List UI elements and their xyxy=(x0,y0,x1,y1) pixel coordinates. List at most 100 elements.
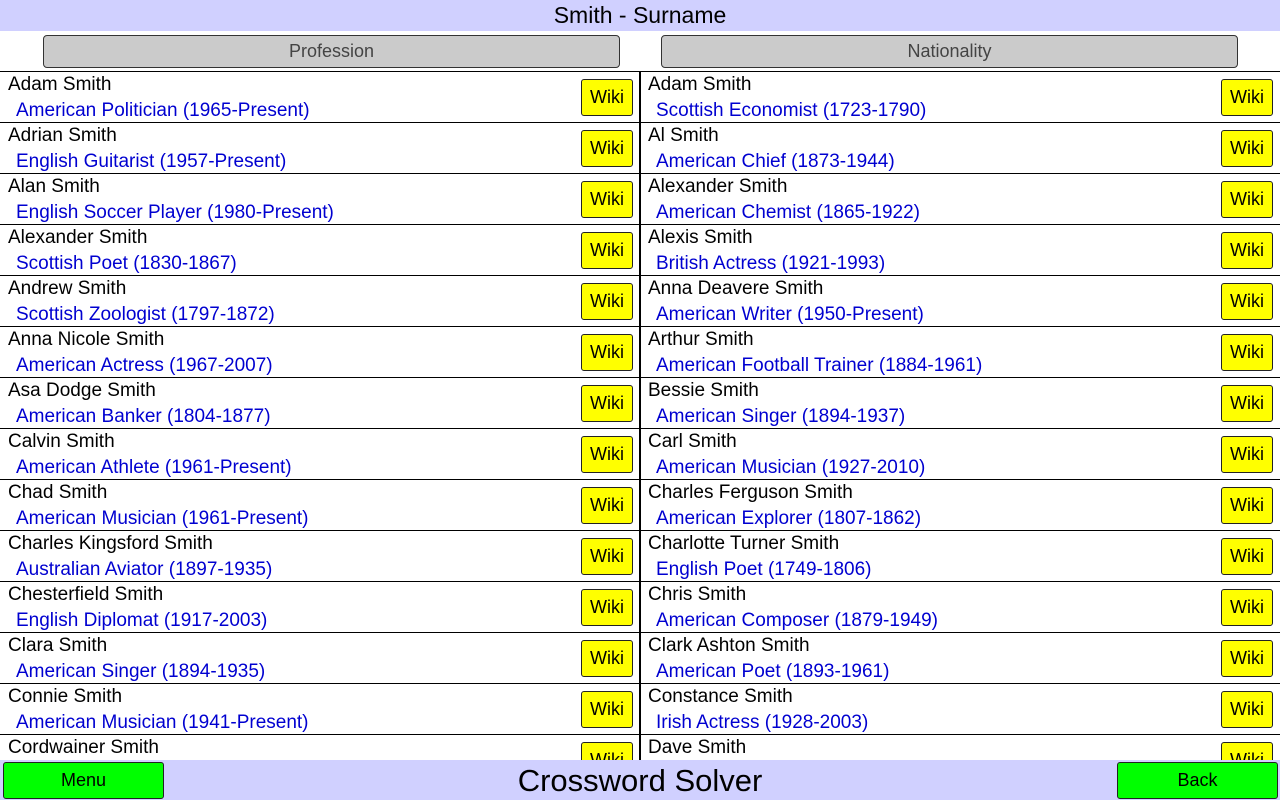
person-description: American Actress (1967-2007) xyxy=(16,355,273,376)
nationality-header: Nationality xyxy=(640,31,1280,72)
wiki-button[interactable]: Wiki xyxy=(1221,640,1273,677)
person-description: American Musician (1927-2010) xyxy=(656,457,926,478)
person-description: English Poet (1749-1806) xyxy=(656,559,872,580)
profession-list[interactable]: Adam Smith American Politician (1965-Pres… xyxy=(0,72,640,760)
list-item[interactable]: Asa Dodge Smith American Banker (1804-187… xyxy=(0,378,640,429)
person-name: Charles Ferguson Smith xyxy=(648,482,853,503)
wiki-button[interactable]: Wiki xyxy=(1221,130,1273,167)
wiki-button[interactable]: Wiki xyxy=(581,742,633,760)
list-item[interactable]: Chesterfield Smith English Diplomat (1917… xyxy=(0,582,640,633)
wiki-button[interactable]: Wiki xyxy=(1221,436,1273,473)
list-item[interactable]: Connie Smith American Musician (1941-Pres… xyxy=(0,684,640,735)
person-name: Clark Ashton Smith xyxy=(648,635,810,656)
wiki-button[interactable]: Wiki xyxy=(581,130,633,167)
person-name: Connie Smith xyxy=(8,686,123,707)
list-item[interactable]: Dave Smith Wiki xyxy=(641,735,1280,760)
person-description: American Chemist (1865-1922) xyxy=(656,202,921,223)
bottom-bar: Menu Crossword Solver Back xyxy=(0,760,1280,800)
person-name: Adrian Smith xyxy=(8,125,117,146)
person-description: English Diplomat (1917-2003) xyxy=(16,610,268,631)
list-item[interactable]: Anna Deavere Smith American Writer (1950-… xyxy=(641,276,1280,327)
wiki-button[interactable]: Wiki xyxy=(581,79,633,116)
list-item[interactable]: Andrew Smith Scottish Zoologist (1797-187… xyxy=(0,276,640,327)
person-description: Scottish Poet (1830-1867) xyxy=(16,253,237,274)
app-title: Crossword Solver xyxy=(517,763,763,798)
person-description: English Guitarist (1957-Present) xyxy=(16,151,287,172)
list-item[interactable]: Adrian Smith English Guitarist (1957-Pres… xyxy=(0,123,640,174)
person-description: British Actress (1921-1993) xyxy=(656,253,886,274)
wiki-button[interactable]: Wiki xyxy=(1221,283,1273,320)
wiki-button[interactable]: Wiki xyxy=(1221,487,1273,524)
person-description: American Football Trainer (1884-1961) xyxy=(656,355,983,376)
person-description: Scottish Economist (1723-1790) xyxy=(656,100,927,121)
person-name: Carl Smith xyxy=(648,431,737,452)
person-description: Scottish Zoologist (1797-1872) xyxy=(16,304,275,325)
wiki-button[interactable]: Wiki xyxy=(581,181,633,218)
wiki-button[interactable]: Wiki xyxy=(1221,181,1273,218)
person-name: Constance Smith xyxy=(648,686,793,707)
wiki-button[interactable]: Wiki xyxy=(1221,79,1273,116)
wiki-button[interactable]: Wiki xyxy=(1221,232,1273,269)
person-name: Chesterfield Smith xyxy=(8,584,164,605)
person-description: American Musician (1961-Present) xyxy=(16,508,309,529)
person-name: Calvin Smith xyxy=(8,431,115,452)
list-item[interactable]: Cordwainer Smith Wiki xyxy=(0,735,640,760)
wiki-button[interactable]: Wiki xyxy=(581,538,633,575)
list-item[interactable]: Constance Smith Irish Actress (1928-2003)… xyxy=(641,684,1280,735)
list-item[interactable]: Charles Kingsford Smith Australian Aviato… xyxy=(0,531,640,582)
wiki-button[interactable]: Wiki xyxy=(581,691,633,728)
list-item[interactable]: Clark Ashton Smith American Poet (1893-19… xyxy=(641,633,1280,684)
person-name: Arthur Smith xyxy=(648,329,754,350)
wiki-button[interactable]: Wiki xyxy=(581,283,633,320)
person-name: Alexander Smith xyxy=(648,176,788,197)
person-description: American Poet (1893-1961) xyxy=(656,661,890,682)
list-item[interactable]: Arthur Smith American Football Trainer (1… xyxy=(641,327,1280,378)
list-item[interactable]: Carl Smith American Musician (1927-2010) W… xyxy=(641,429,1280,480)
wiki-button[interactable]: Wiki xyxy=(1221,589,1273,626)
list-item[interactable]: Clara Smith American Singer (1894-1935) Wi… xyxy=(0,633,640,684)
list-item[interactable]: Charles Ferguson Smith American Explorer … xyxy=(641,480,1280,531)
wiki-button[interactable]: Wiki xyxy=(581,436,633,473)
person-description: American Banker (1804-1877) xyxy=(16,406,271,427)
profession-sort-button[interactable]: Profession xyxy=(43,35,620,68)
wiki-button[interactable]: Wiki xyxy=(1221,385,1273,422)
list-item[interactable]: Chris Smith American Composer (1879-1949)… xyxy=(641,582,1280,633)
wiki-button[interactable]: Wiki xyxy=(581,589,633,626)
person-name: Anna Nicole Smith xyxy=(8,329,165,350)
page-title: Smith - Surname xyxy=(0,0,1280,31)
person-name: Charles Kingsford Smith xyxy=(8,533,213,554)
person-description: American Writer (1950-Present) xyxy=(656,304,924,325)
person-description: American Singer (1894-1935) xyxy=(16,661,266,682)
wiki-button[interactable]: Wiki xyxy=(1221,538,1273,575)
person-name: Anna Deavere Smith xyxy=(648,278,824,299)
person-description: American Singer (1894-1937) xyxy=(656,406,906,427)
wiki-button[interactable]: Wiki xyxy=(581,640,633,677)
wiki-button[interactable]: Wiki xyxy=(1221,334,1273,371)
back-button[interactable]: Back xyxy=(1117,762,1278,799)
list-item[interactable]: Bessie Smith American Singer (1894-1937) W… xyxy=(641,378,1280,429)
profession-header: Profession xyxy=(0,31,640,72)
list-item[interactable]: Alexander Smith Scottish Poet (1830-1867)… xyxy=(0,225,640,276)
nationality-list[interactable]: Adam Smith Scottish Economist (1723-1790)… xyxy=(641,72,1280,760)
person-name: Adam Smith xyxy=(8,74,112,95)
person-name: Chris Smith xyxy=(648,584,747,605)
list-item[interactable]: Alexis Smith British Actress (1921-1993) W… xyxy=(641,225,1280,276)
list-item[interactable]: Adam Smith Scottish Economist (1723-1790)… xyxy=(641,72,1280,123)
list-item[interactable]: Calvin Smith American Athlete (1961-Prese… xyxy=(0,429,640,480)
wiki-button[interactable]: Wiki xyxy=(581,334,633,371)
wiki-button[interactable]: Wiki xyxy=(581,385,633,422)
list-item[interactable]: Alan Smith English Soccer Player (1980-Pr… xyxy=(0,174,640,225)
list-item[interactable]: Anna Nicole Smith American Actress (1967-… xyxy=(0,327,640,378)
list-item[interactable]: Adam Smith American Politician (1965-Pres… xyxy=(0,72,640,123)
list-item[interactable]: Alexander Smith American Chemist (1865-19… xyxy=(641,174,1280,225)
wiki-button[interactable]: Wiki xyxy=(581,232,633,269)
list-item[interactable]: Charlotte Turner Smith English Poet (1749… xyxy=(641,531,1280,582)
wiki-button[interactable]: Wiki xyxy=(1221,691,1273,728)
list-item[interactable]: Al Smith American Chief (1873-1944) Wiki xyxy=(641,123,1280,174)
wiki-button[interactable]: Wiki xyxy=(1221,742,1273,760)
wiki-button[interactable]: Wiki xyxy=(581,487,633,524)
nationality-sort-button[interactable]: Nationality xyxy=(661,35,1238,68)
list-item[interactable]: Chad Smith American Musician (1961-Presen… xyxy=(0,480,640,531)
person-description: Australian Aviator (1897-1935) xyxy=(16,559,273,580)
person-name: Alan Smith xyxy=(8,176,100,197)
